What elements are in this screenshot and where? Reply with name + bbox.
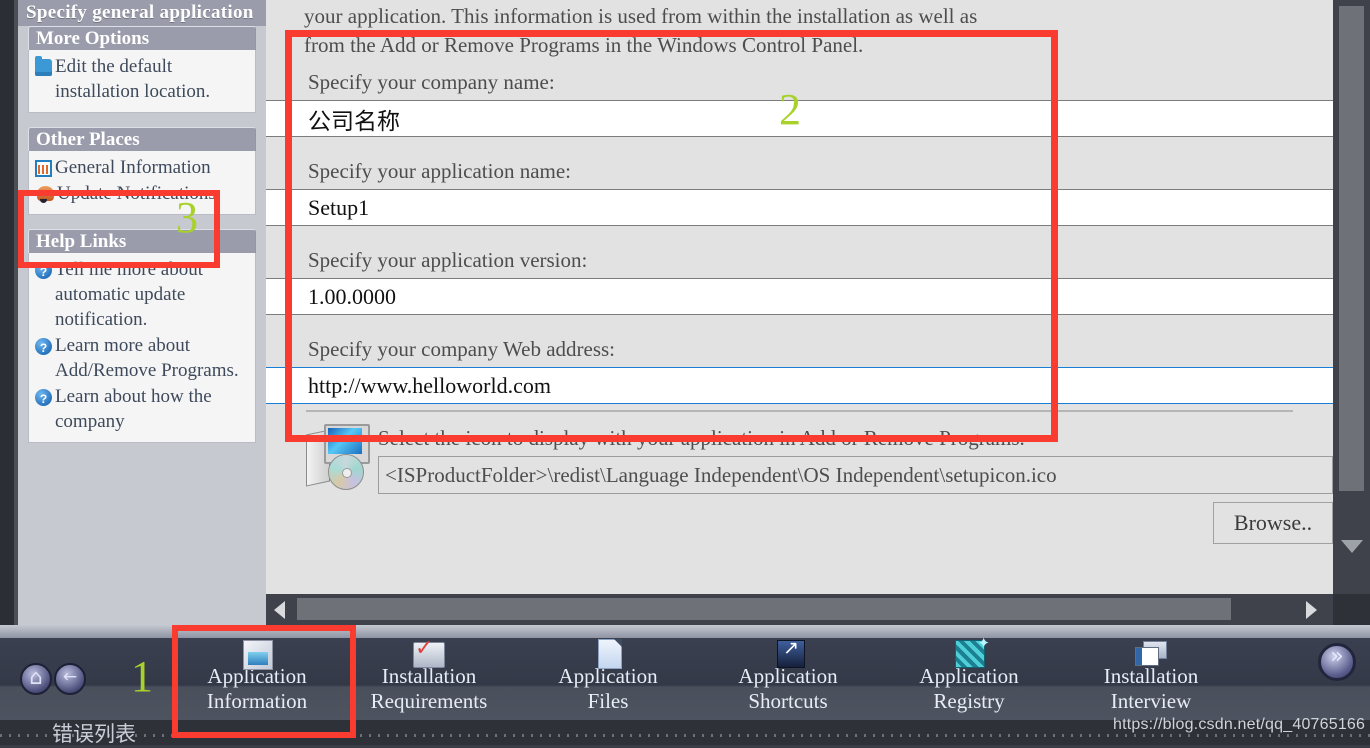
main-content-panel: your application. This information is us… [266, 0, 1333, 594]
bottom-taskbar: Application Information ✓ Installation R… [0, 625, 1370, 720]
application-version-value: 1.00.0000 [308, 283, 396, 309]
tab-label-line2: Interview [1110, 689, 1192, 713]
sidebar-top-header: Specify general application [18, 0, 266, 26]
folder-icon [35, 56, 52, 76]
sidebar-item-update-notifications[interactable]: Update Notifications [35, 181, 249, 206]
sidebar-panel-body: Tell me more about automatic update noti… [28, 253, 256, 443]
scroll-down-arrow-icon[interactable] [1341, 540, 1363, 553]
browse-button[interactable]: Browse.. [1213, 502, 1333, 544]
application-name-label: Specify your application name: [308, 159, 572, 183]
sidebar-panel-body: General Information Update Notifications [28, 151, 256, 215]
bell-icon [37, 186, 54, 203]
help-icon [35, 387, 52, 412]
requirements-monitor-icon: ✓ [409, 638, 449, 668]
horizontal-scrollbar[interactable] [266, 594, 1333, 625]
sidebar-item-edit-default-location[interactable]: Edit the default installation location. [35, 54, 249, 104]
sidebar-panel-title: Help Links [28, 229, 256, 253]
company-name-label: Specify your company name: [308, 70, 555, 94]
company-web-address-value: http://www.helloworld.com [308, 372, 551, 398]
sidebar-item-label: Tell me more about automatic update noti… [55, 259, 203, 330]
tab-label-line1: Installation [1103, 664, 1199, 688]
horizontal-scrollbar-thumb[interactable] [297, 598, 1231, 620]
application-version-input[interactable]: 1.00.0000 [266, 278, 1333, 315]
vertical-scrollbar-thumb[interactable] [1339, 6, 1364, 491]
help-icon [35, 336, 52, 361]
status-bar-dots [0, 734, 1370, 737]
intro-text-line2: from the Add or Remove Programs in the W… [304, 33, 864, 57]
grid-icon [35, 160, 52, 177]
sidebar-panel-other-places: Other Places General Information Update … [28, 127, 256, 215]
sidebar-item-label: Edit the default installation location. [55, 56, 211, 102]
sidebar-item-help-company[interactable]: Learn about how the company [35, 384, 249, 434]
tab-application-information[interactable]: Application Information [182, 638, 332, 714]
watermark-text: https://blog.csdn.net/qq_40765166 [1113, 716, 1366, 733]
tab-label-line2: Shortcuts [748, 689, 828, 713]
sidebar-panel-help-links: Help Links Tell me more about automatic … [28, 229, 256, 443]
browse-row: Browse.. [378, 494, 1333, 544]
tab-installation-requirements[interactable]: ✓ Installation Requirements [354, 638, 504, 714]
sidebar-item-help-add-remove-programs[interactable]: Learn more about Add/Remove Programs. [35, 333, 249, 383]
sidebar-item-general-information[interactable]: General Information [35, 155, 249, 180]
next-arrow-icon[interactable] [1318, 643, 1356, 681]
sidebar-item-help-automatic-update[interactable]: Tell me more about automatic update noti… [35, 257, 249, 332]
application-version-label: Specify your application version: [308, 248, 588, 272]
company-web-address-input[interactable]: http://www.helloworld.com [266, 367, 1333, 404]
scroll-right-arrow-icon[interactable] [1306, 601, 1317, 619]
tab-application-registry[interactable]: Application Registry [894, 631, 1044, 714]
registry-blocks-icon [949, 631, 990, 668]
sidebar-panel-more-options: More Options Edit the default installati… [28, 26, 256, 113]
company-web-address-label: Specify your company Web address: [308, 337, 616, 361]
icon-chooser-column: Select the icon to display with your app… [378, 420, 1333, 544]
file-document-icon [588, 638, 628, 669]
application-box-icon [237, 638, 277, 670]
sidebar-item-label: Learn more about Add/Remove Programs. [55, 335, 239, 381]
tab-label-line2: Registry [933, 689, 1005, 713]
sidebar-item-label: Learn about how the company [55, 386, 212, 432]
taskbar-tabs: Application Information ✓ Installation R… [0, 631, 1370, 720]
tab-label-line2: Information [206, 689, 308, 713]
sidebar-item-label: Update Notifications [57, 183, 216, 204]
error-list-label[interactable]: 错误列表 [52, 718, 136, 748]
sidebar-panel-body: Edit the default installation location. [28, 50, 256, 113]
icon-chooser-caption: Select the icon to display with your app… [378, 426, 1025, 450]
tab-application-shortcuts[interactable]: Application Shortcuts [713, 636, 863, 714]
shortcut-arrow-icon [768, 636, 808, 668]
tab-installation-interview[interactable]: Installation Interview [1076, 638, 1226, 714]
company-name-value: 公司名称 [308, 108, 400, 134]
taskbar-top-strip [0, 625, 1370, 638]
vertical-scrollbar[interactable] [1333, 0, 1370, 594]
icon-chooser-row: Select the icon to display with your app… [266, 412, 1333, 544]
window-left-edge [0, 0, 14, 625]
sidebar-panel-title: Other Places [28, 127, 256, 151]
tab-label-line2: Files [587, 689, 629, 713]
help-icon [35, 260, 52, 285]
company-name-input[interactable]: 公司名称 [266, 100, 1333, 137]
icon-path-value: <ISProductFolder>\redist\Language Indepe… [385, 462, 1057, 487]
application-name-input[interactable]: Setup1 [266, 189, 1333, 226]
scroll-left-arrow-icon[interactable] [274, 601, 285, 619]
setup-cd-icon [306, 424, 370, 490]
icon-path-input[interactable]: <ISProductFolder>\redist\Language Indepe… [378, 456, 1333, 494]
sidebar-panel-title: More Options [28, 26, 256, 50]
tab-application-files[interactable]: Application Files [533, 638, 683, 714]
tab-label-line2: Requirements [370, 689, 488, 713]
application-name-value: Setup1 [308, 194, 370, 220]
sidebar: Specify general application More Options… [18, 0, 266, 625]
scrollbar-corner [1333, 594, 1370, 625]
interview-window-icon [1131, 638, 1171, 666]
sidebar-item-label: General Information [55, 157, 211, 178]
